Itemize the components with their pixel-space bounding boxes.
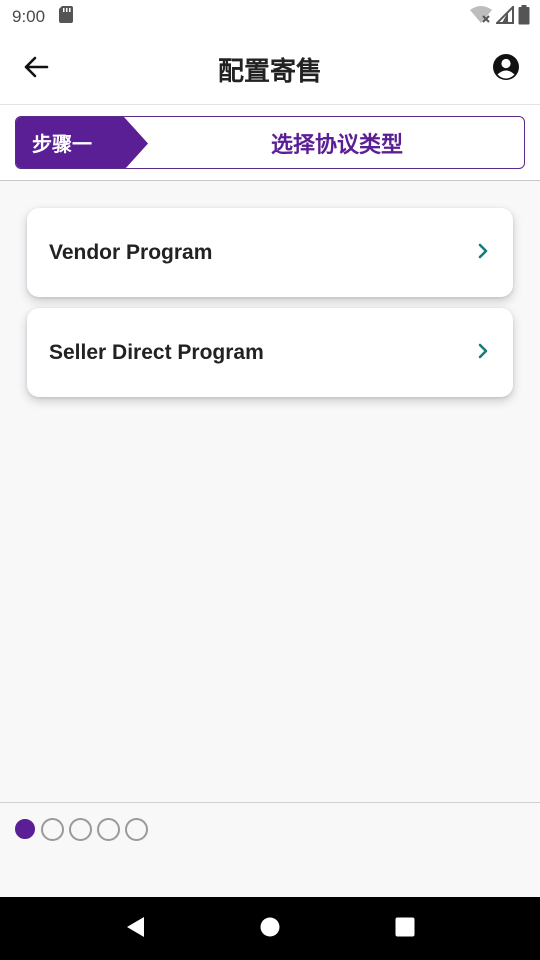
page-title: 配置寄售	[217, 56, 322, 87]
step-pager	[14, 817, 148, 841]
status-left: 9:00	[12, 6, 74, 27]
status-right	[470, 4, 530, 29]
arrow-left-icon	[23, 56, 49, 82]
program-label: Vendor Program	[49, 240, 213, 264]
system-nav-bar	[0, 897, 540, 960]
pager-dot	[41, 817, 64, 841]
pager-dot	[97, 817, 120, 841]
step-badge-label: 步骤一	[32, 132, 92, 156]
chevron-right-icon	[477, 342, 489, 364]
signal-icon	[494, 4, 514, 28]
divider	[0, 802, 540, 803]
status-bar: 9:00	[0, 0, 540, 33]
step-description: 选择协议类型	[270, 132, 403, 158]
pager-dot	[69, 817, 92, 841]
program-list: Vendor Program Seller Direct Program	[0, 181, 540, 803]
account-button[interactable]	[488, 51, 524, 87]
sd-card-icon	[59, 6, 74, 27]
wifi-off-icon	[470, 5, 492, 28]
account-circle-icon	[492, 53, 520, 85]
pager-dot-active	[15, 819, 35, 839]
seller-direct-program-card[interactable]: Seller Direct Program	[27, 308, 513, 397]
nav-home-icon	[260, 917, 280, 941]
step-area: 步骤一 选择协议类型	[0, 105, 540, 181]
app-bar: 配置寄售	[0, 33, 540, 105]
nav-back-icon	[125, 916, 145, 942]
vendor-program-card[interactable]: Vendor Program	[27, 208, 513, 297]
program-label: Seller Direct Program	[49, 340, 264, 364]
nav-back-button[interactable]	[115, 909, 155, 949]
nav-recents-icon	[395, 917, 415, 941]
back-button[interactable]	[18, 51, 54, 87]
battery-icon	[518, 4, 530, 29]
step-badge: 步骤一	[16, 117, 150, 168]
pager-dot	[125, 817, 148, 841]
nav-home-button[interactable]	[250, 909, 290, 949]
chevron-right-icon	[477, 242, 489, 264]
step-banner: 步骤一 选择协议类型	[15, 116, 525, 169]
status-time: 9:00	[12, 6, 46, 26]
nav-recents-button[interactable]	[385, 909, 425, 949]
